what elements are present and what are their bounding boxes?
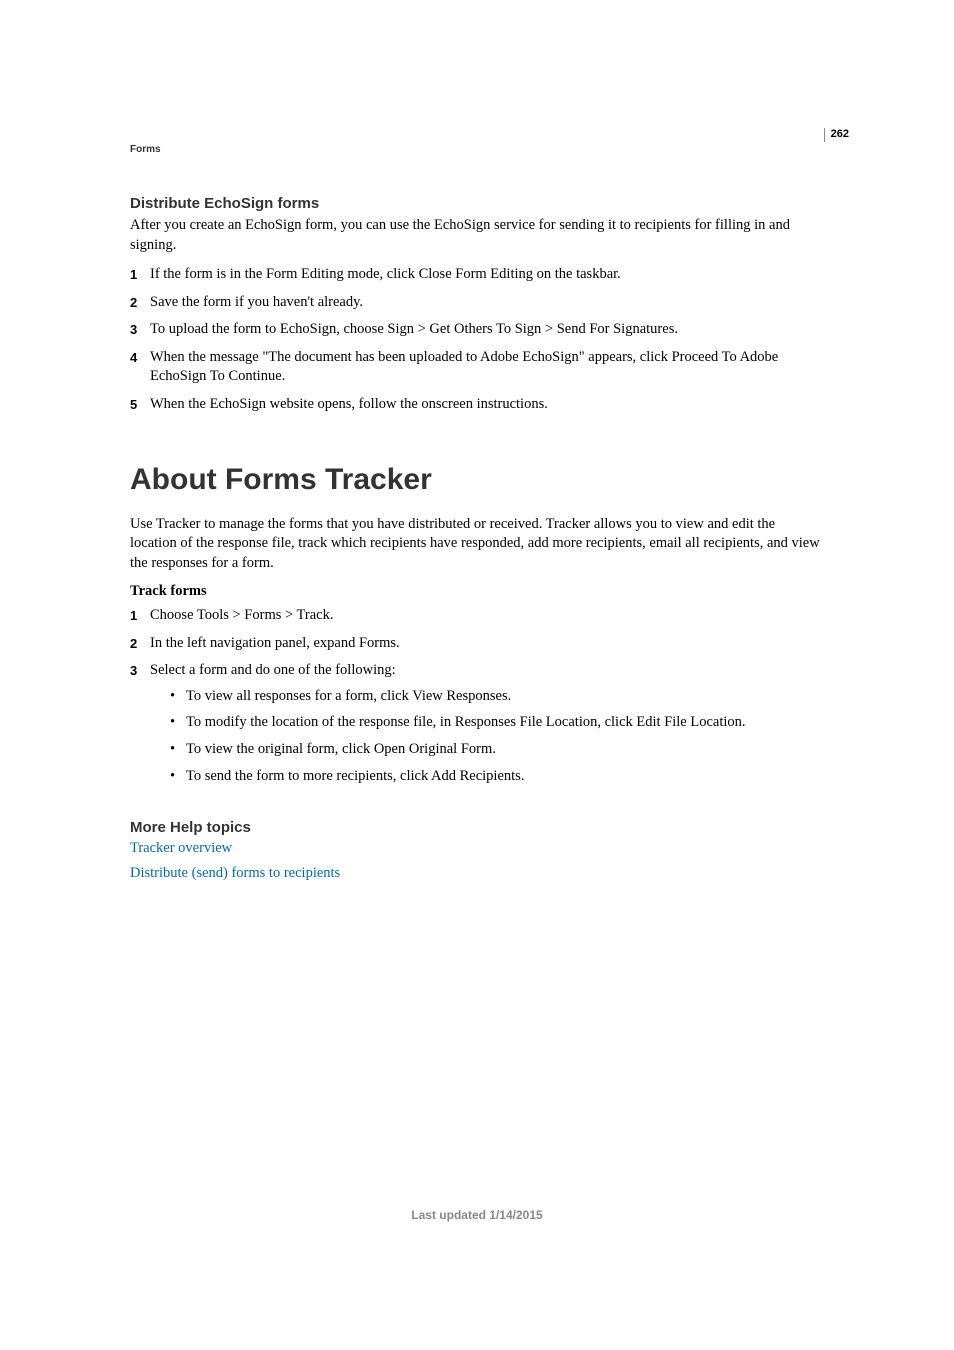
step-number: 4 xyxy=(130,348,150,387)
bullet-mark: • xyxy=(170,687,186,707)
step-number: 1 xyxy=(130,606,150,626)
bullet-item: • To view all responses for a form, clic… xyxy=(170,687,825,707)
bullet-mark: • xyxy=(170,740,186,760)
bullet-item: • To send the form to more recipients, c… xyxy=(170,767,825,787)
step-number: 3 xyxy=(130,320,150,340)
step-item: 1 If the form is in the Form Editing mod… xyxy=(130,265,825,285)
bullet-text: To view the original form, click Open Or… xyxy=(186,740,496,760)
section-header: Forms xyxy=(130,144,161,155)
main-heading-tracker: About Forms Tracker xyxy=(130,463,825,497)
bullet-text: To modify the location of the response f… xyxy=(186,713,746,733)
sub-heading-track-forms: Track forms xyxy=(130,583,825,600)
page-number: 262 xyxy=(824,128,849,142)
step-with-bullets: Select a form and do one of the followin… xyxy=(150,661,825,793)
link-distribute-forms[interactable]: Distribute (send) forms to recipients xyxy=(130,865,825,882)
step-number: 2 xyxy=(130,634,150,654)
step-item: 3 Select a form and do one of the follow… xyxy=(130,661,825,793)
step-number: 1 xyxy=(130,265,150,285)
step-item: 3 To upload the form to EchoSign, choose… xyxy=(130,320,825,340)
bullet-mark: • xyxy=(170,713,186,733)
step-item: 1 Choose Tools > Forms > Track. xyxy=(130,606,825,626)
bullet-list: • To view all responses for a form, clic… xyxy=(170,687,825,786)
distribute-steps-list: 1 If the form is in the Form Editing mod… xyxy=(130,265,825,414)
step-text: In the left navigation panel, expand For… xyxy=(150,634,825,654)
step-number: 3 xyxy=(130,661,150,793)
step-text: Choose Tools > Forms > Track. xyxy=(150,606,825,626)
step-text: When the message "The document has been … xyxy=(150,348,825,387)
footer-last-updated: Last updated 1/14/2015 xyxy=(0,1208,954,1222)
step-item: 4 When the message "The document has bee… xyxy=(130,348,825,387)
step-text: When the EchoSign website opens, follow … xyxy=(150,395,825,415)
step-text: If the form is in the Form Editing mode,… xyxy=(150,265,825,285)
page-content: Distribute EchoSign forms After you crea… xyxy=(130,195,825,890)
more-help-heading: More Help topics xyxy=(130,819,825,836)
step-text: Select a form and do one of the followin… xyxy=(150,662,396,678)
link-tracker-overview[interactable]: Tracker overview xyxy=(130,840,825,857)
step-item: 5 When the EchoSign website opens, follo… xyxy=(130,395,825,415)
bullet-item: • To modify the location of the response… xyxy=(170,713,825,733)
step-text: To upload the form to EchoSign, choose S… xyxy=(150,320,825,340)
main-intro: Use Tracker to manage the forms that you… xyxy=(130,515,825,574)
step-number: 5 xyxy=(130,395,150,415)
bullet-mark: • xyxy=(170,767,186,787)
step-number: 2 xyxy=(130,293,150,313)
step-text: Save the form if you haven't already. xyxy=(150,293,825,313)
bullet-item: • To view the original form, click Open … xyxy=(170,740,825,760)
track-forms-steps: 1 Choose Tools > Forms > Track. 2 In the… xyxy=(130,606,825,793)
subsection-heading-distribute: Distribute EchoSign forms xyxy=(130,195,825,212)
step-item: 2 In the left navigation panel, expand F… xyxy=(130,634,825,654)
bullet-text: To send the form to more recipients, cli… xyxy=(186,767,524,787)
bullet-text: To view all responses for a form, click … xyxy=(186,687,511,707)
step-item: 2 Save the form if you haven't already. xyxy=(130,293,825,313)
subsection-intro: After you create an EchoSign form, you c… xyxy=(130,216,825,255)
